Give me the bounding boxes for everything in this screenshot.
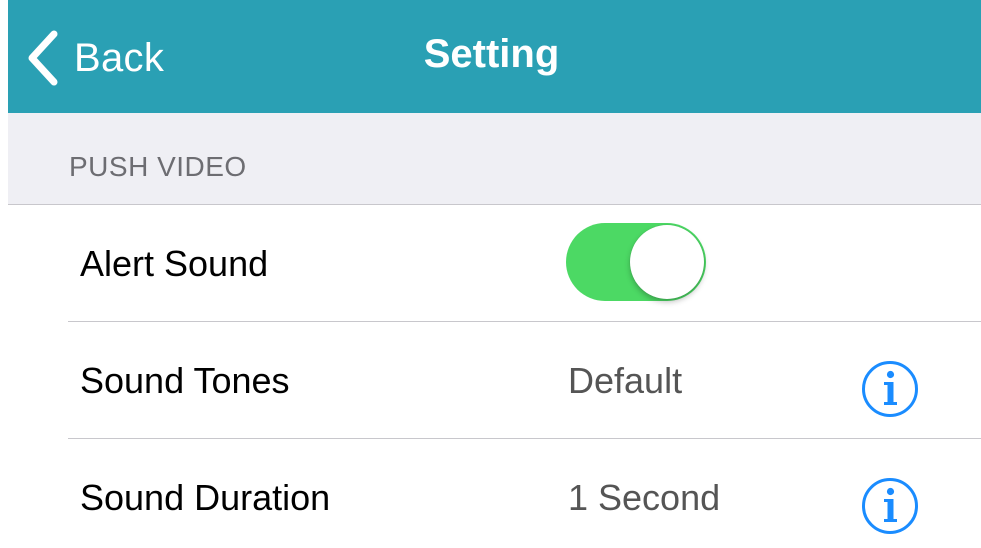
settings-screen: Back Setting PUSH VIDEO Alert Sound Soun…	[0, 0, 981, 548]
navigation-bar: Back Setting	[8, 0, 981, 113]
alert-sound-row: Alert Sound	[8, 205, 981, 322]
sound-duration-row[interactable]: Sound Duration 1 Second	[8, 439, 981, 548]
section-header: PUSH VIDEO	[8, 113, 981, 205]
sound-tones-value: Default	[568, 360, 683, 401]
sound-tones-row[interactable]: Sound Tones Default	[8, 322, 981, 439]
sound-tones-info-icon[interactable]	[861, 360, 919, 418]
sound-duration-value: 1 Second	[568, 477, 721, 518]
sound-tones-label: Sound Tones	[80, 360, 290, 401]
toggle-knob	[630, 225, 704, 299]
screen-edge	[0, 0, 8, 548]
sound-duration-info-icon[interactable]	[861, 477, 919, 535]
alert-sound-label: Alert Sound	[80, 243, 269, 284]
section-title: PUSH VIDEO	[69, 151, 247, 182]
sound-duration-label: Sound Duration	[80, 477, 331, 518]
page-title: Setting	[423, 32, 560, 76]
alert-sound-toggle[interactable]	[566, 223, 706, 301]
